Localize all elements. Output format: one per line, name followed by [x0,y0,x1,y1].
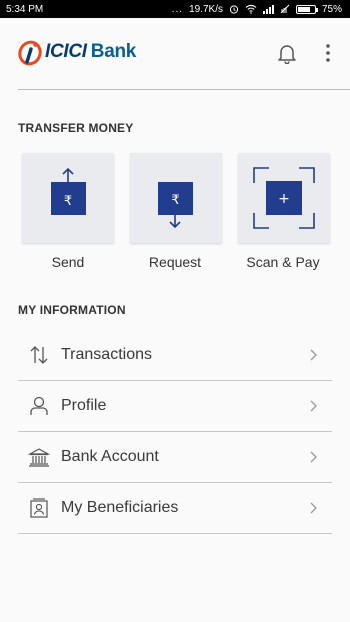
send-rupee-icon: ₹ [51,167,86,215]
signal-icon [262,4,274,14]
transactions-label: Transactions [61,346,152,363]
transactions-row[interactable]: Transactions [18,330,332,381]
request-rupee-icon: ₹ [158,182,193,229]
user-icon [30,396,48,415]
chevron-right-icon [310,349,317,361]
scan-plus-glyph: + [278,191,290,207]
profile-label: Profile [61,397,107,414]
network-speed: 19.7K/s [189,3,223,15]
send-label[interactable]: Send [13,254,123,270]
battery-fill [297,6,310,12]
header-divider [18,89,350,90]
bell-icon[interactable] [276,42,298,64]
my-information-list: Transactions Profile Bank Account My Ben… [18,330,332,534]
send-tile[interactable]: ₹ [22,153,114,243]
transfer-tiles: ₹ Send ₹ Request + Scan & Pay [20,153,330,273]
alarm-icon [229,5,239,14]
bank-building-icon [28,448,50,467]
status-indicators: ... 19.7K/s 75% [172,4,342,15]
send-rupee-glyph: ₹ [64,194,72,209]
icici-bank-logo: ICICI Bank [18,38,136,66]
transfer-arrows-icon [30,346,48,364]
my-information-heading: MY INFORMATION [18,303,126,317]
status-bar: 5:34 PM ... 19.7K/s 75% [0,0,350,18]
brand-name: ICICI Bank [45,41,136,63]
request-label[interactable]: Request [120,254,230,270]
request-rupee-glyph: ₹ [171,193,179,208]
icici-logo-mark [18,40,42,66]
brand-name-primary: ICICI [45,41,87,62]
kebab-menu-icon[interactable] [322,43,334,63]
scan-pay-tile[interactable]: + [238,153,330,243]
more-notifications-indicator: ... [171,3,184,15]
scan-qr-icon: + [253,167,315,229]
chevron-right-icon [310,502,317,514]
chevron-right-icon [310,451,317,463]
beneficiary-card-icon [30,498,48,518]
beneficiaries-label: My Beneficiaries [61,499,179,516]
scan-pay-label[interactable]: Scan & Pay [228,254,338,270]
beneficiaries-row[interactable]: My Beneficiaries [18,483,332,534]
bank-account-label: Bank Account [61,448,159,465]
battery-icon [295,4,318,14]
battery-percent: 75% [321,3,342,15]
chevron-right-icon [310,400,317,412]
app-header: ICICI Bank [0,18,350,90]
no-sim-icon [280,4,290,14]
bank-account-row[interactable]: Bank Account [18,432,332,483]
brand-name-suffix: Bank [90,41,137,62]
wifi-icon [245,4,257,14]
status-time: 5:34 PM [6,3,44,15]
profile-row[interactable]: Profile [18,381,332,432]
transfer-money-heading: TRANSFER MONEY [18,121,134,135]
request-tile[interactable]: ₹ [130,153,222,243]
